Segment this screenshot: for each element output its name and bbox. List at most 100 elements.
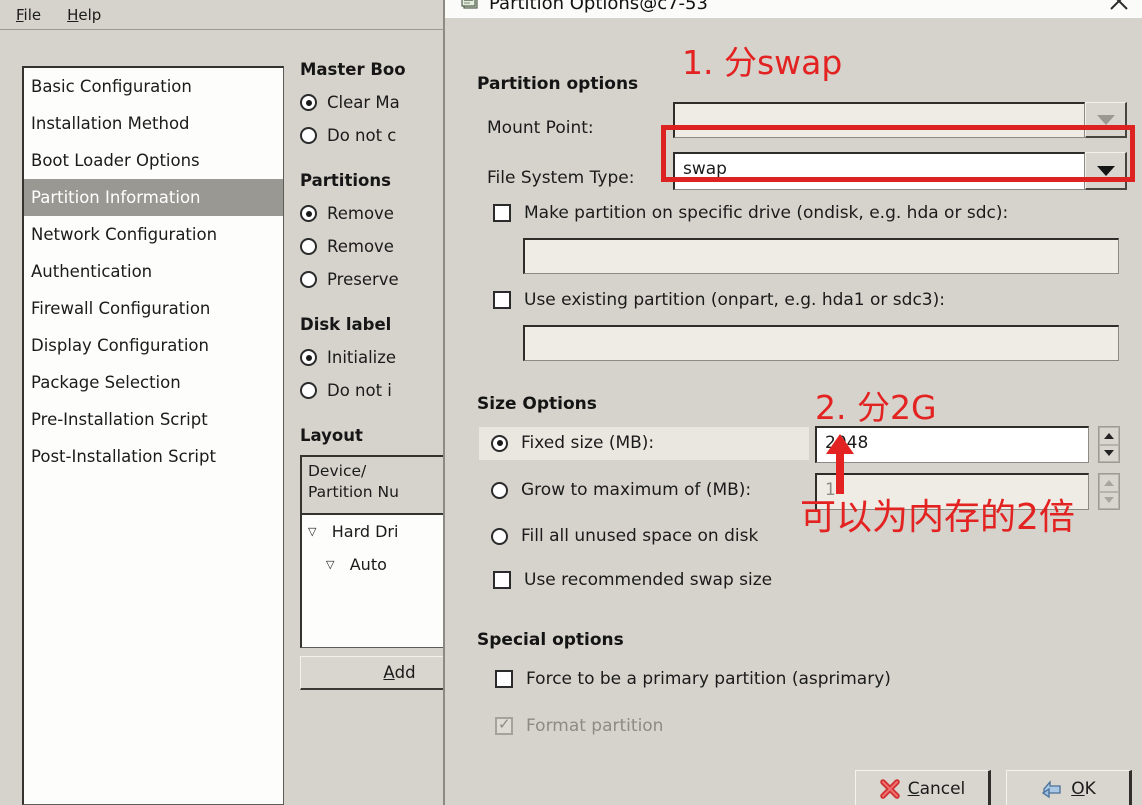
grow-max-stepper-down[interactable] [1099, 491, 1119, 509]
radio-clear-master-boot-record[interactable]: Clear Ma [300, 93, 460, 112]
ondisk-value [525, 240, 1118, 248]
sidebar-item-partition-information[interactable]: Partition Information [24, 179, 283, 216]
add-partition-button[interactable]: Add [300, 656, 460, 690]
ondisk-checkbox[interactable] [493, 204, 511, 222]
radio-do-not-initialize-disk-label[interactable]: Do not i [300, 381, 460, 400]
radio-fixed-size[interactable]: Fixed size (MB): [491, 433, 654, 453]
grow-max-stepper-up[interactable] [1099, 474, 1119, 492]
size-options-heading: Size Options [477, 394, 597, 414]
ondisk-checkbox-row[interactable]: Make partition on specific drive (ondisk… [493, 203, 1008, 223]
annotation-arrow-up-icon [826, 434, 854, 494]
format-partition-checkbox [495, 715, 513, 735]
radio-label-remove-all: Remove [327, 204, 394, 223]
chevron-down-icon-auto[interactable]: ▽ [326, 558, 334, 571]
add-button-mnemonic: A [383, 663, 395, 682]
sidebar-item-package-selection[interactable]: Package Selection [24, 364, 283, 401]
radio-remove-linux-partitions[interactable]: Remove [300, 237, 460, 256]
special-options-heading: Special options [477, 630, 624, 650]
ok-mnemonic: O [1071, 779, 1085, 799]
cancel-x-icon [879, 779, 900, 799]
onpart-checkbox-row[interactable]: Use existing partition (onpart, e.g. hda… [493, 290, 945, 310]
enter-arrow-icon [1042, 780, 1061, 799]
sidebar-item-installation-method[interactable]: Installation Method [24, 105, 283, 142]
sidebar-item-network-configuration[interactable]: Network Configuration [24, 216, 283, 253]
radio-label-preserve: Preserve [327, 270, 399, 289]
mount-point-dropdown-button[interactable] [1085, 102, 1127, 138]
sidebar-item-boot-loader-options[interactable]: Boot Loader Options [24, 142, 283, 179]
fixed-size-stepper-down[interactable] [1099, 444, 1119, 462]
asprimary-checkbox[interactable] [495, 670, 513, 688]
asprimary-checkbox-row[interactable]: Force to be a primary partition (asprima… [495, 669, 891, 689]
format-partition-checkbox-row: Format partition [495, 715, 663, 736]
cancel-button[interactable]: Cancel [855, 770, 991, 805]
file-system-type-dropdown-button[interactable] [1085, 152, 1127, 190]
onpart-checkbox[interactable] [493, 291, 511, 309]
mount-point-label: Mount Point: [487, 118, 594, 138]
onpart-input[interactable] [523, 325, 1119, 361]
master-boot-record-heading: Master Boo [300, 60, 406, 79]
radio-label-remove-linux: Remove [327, 237, 394, 256]
radio-indicator-clear-mbr [300, 94, 317, 111]
ok-button[interactable]: OK [1006, 770, 1132, 805]
annotation-note-1: 1. 分swap [682, 43, 843, 82]
sidebar-item-display-configuration[interactable]: Display Configuration [24, 327, 283, 364]
file-system-type-label: File System Type: [487, 168, 635, 188]
tree-column-header-device: Device/ Partition Nu [302, 457, 460, 515]
dialog-titlebar[interactable]: Partition Options@c7-53 [445, 0, 1142, 18]
recommended-swap-checkbox-row[interactable]: Use recommended swap size [493, 570, 772, 590]
mount-point-input[interactable] [673, 102, 1085, 138]
sidebar-item-basic-configuration[interactable]: Basic Configuration [24, 68, 283, 105]
recommended-swap-checkbox[interactable] [493, 571, 511, 589]
screen: File Help Basic Configuration Installati… [0, 0, 1142, 805]
partition-options-heading: Partition options [477, 74, 639, 94]
fixed-size-stepper[interactable] [1098, 426, 1120, 463]
sidebar-item-authentication[interactable]: Authentication [24, 253, 283, 290]
configuration-sections-list[interactable]: Basic Configuration Installation Method … [22, 66, 284, 805]
menu-file[interactable]: File [6, 4, 51, 26]
radio-indicator-remove-all [300, 205, 317, 222]
annotation-note-3: 可以为内存的2倍 [800, 497, 1075, 538]
radio-indicator-grow-max [491, 481, 508, 499]
close-icon[interactable] [1106, 0, 1132, 16]
radio-do-not-clear-master-boot-record[interactable]: Do not c [300, 126, 460, 145]
tree-row-hard-drives[interactable]: ▽ Hard Dri [302, 515, 460, 548]
radio-preserve-existing-partitions[interactable]: Preserve [300, 270, 460, 289]
ok-button-text: OK [1071, 779, 1096, 799]
sidebar-item-pre-installation-script[interactable]: Pre-Installation Script [24, 401, 283, 438]
radio-indicator-remove-linux [300, 238, 317, 255]
radio-remove-all-partitions[interactable]: Remove [300, 204, 460, 223]
chevron-down-icon[interactable]: ▽ [308, 525, 316, 538]
radio-indicator-preserve [300, 271, 317, 288]
radio-label-grow-max: Grow to maximum of (MB): [521, 480, 752, 500]
chevron-down-icon-mount-point [1096, 114, 1115, 125]
radio-indicator-initialize [300, 349, 317, 366]
partition-options-dialog: Partition Options@c7-53 Partition option… [443, 0, 1142, 805]
asprimary-label: Force to be a primary partition (asprima… [526, 669, 891, 689]
menu-help[interactable]: Help [57, 4, 111, 26]
dialog-title: Partition Options@c7-53 [489, 0, 708, 14]
fixed-size-stepper-up[interactable] [1099, 427, 1119, 445]
cancel-button-text: Cancel [908, 779, 966, 799]
ondisk-checkbox-label: Make partition on specific drive (ondisk… [524, 203, 1009, 223]
sidebar-item-post-installation-script[interactable]: Post-Installation Script [24, 438, 283, 475]
tree-row-auto[interactable]: ▽ Auto [302, 548, 460, 581]
triangle-up-icon [1104, 432, 1114, 439]
tree-header-line1: Device/ [308, 462, 367, 480]
file-system-type-input[interactable]: swap [673, 152, 1085, 190]
radio-grow-to-maximum[interactable]: Grow to maximum of (MB): [491, 480, 751, 500]
grow-max-stepper[interactable] [1098, 473, 1120, 510]
triangle-down-icon-grow [1104, 497, 1114, 504]
radio-label-do-not-initialize: Do not i [327, 381, 392, 400]
onpart-value [525, 327, 1118, 335]
add-button-rest: dd [394, 663, 416, 682]
partition-layout-tree[interactable]: Device/ Partition Nu ▽ Hard Dri ▽ Auto [300, 455, 460, 648]
radio-fill-all-unused-space[interactable]: Fill all unused space on disk [491, 526, 758, 546]
radio-label-initialize: Initialize [327, 348, 397, 367]
triangle-down-icon [1104, 450, 1114, 457]
sidebar-item-firewall-configuration[interactable]: Firewall Configuration [24, 290, 283, 327]
ondisk-input[interactable] [523, 238, 1119, 274]
layout-heading: Layout [300, 426, 363, 445]
radio-initialize-disk-label[interactable]: Initialize [300, 348, 460, 367]
radio-indicator-do-not-initialize [300, 382, 317, 399]
recommended-swap-label: Use recommended swap size [524, 570, 773, 590]
